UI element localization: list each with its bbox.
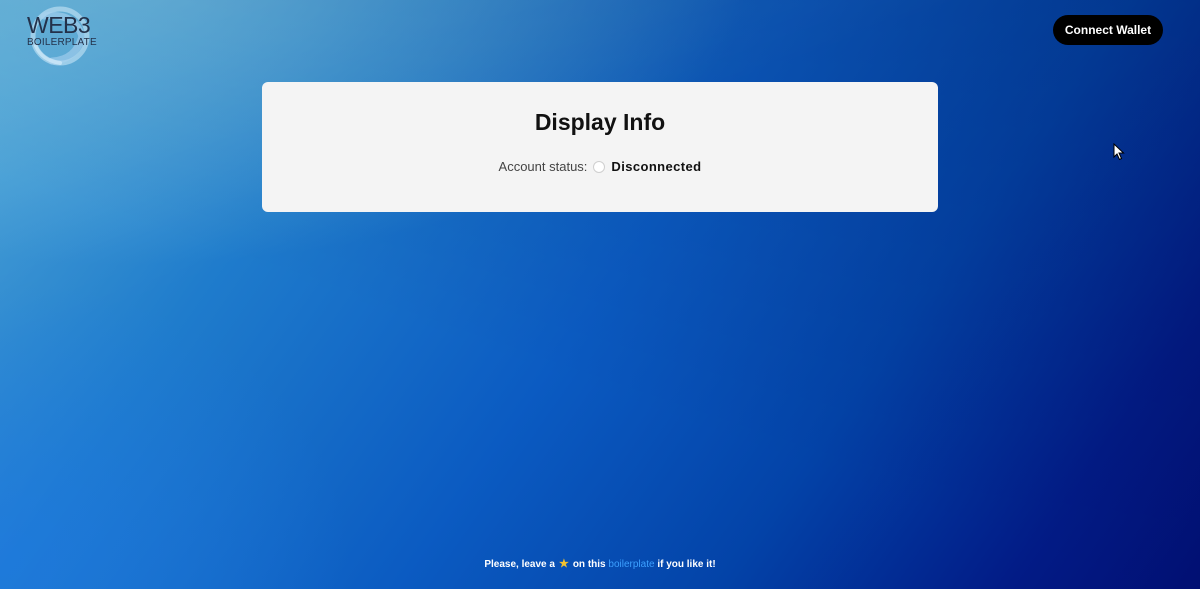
logo-subtitle: BOILERPLATE xyxy=(27,37,97,48)
mouse-cursor-icon xyxy=(1113,143,1125,161)
footer-text-after: if you like it! xyxy=(657,559,716,570)
account-status-label: Account status: xyxy=(498,159,588,174)
footer-text-middle: on this xyxy=(572,559,606,570)
footer: Please, leave a ★ on this boilerplate if y… xyxy=(0,557,1200,570)
connect-wallet-button[interactable]: Connect Wallet xyxy=(1053,15,1163,45)
boilerplate-link[interactable]: boilerplate xyxy=(608,559,654,570)
logo[interactable]: WEB3 BOILERPLATE xyxy=(24,6,97,66)
logo-wordmark: WEB3 xyxy=(27,12,91,38)
status-indicator-icon xyxy=(593,160,606,173)
star-icon: ★ xyxy=(558,558,569,570)
footer-text-before: Please, leave a xyxy=(484,559,555,570)
display-info-card: Display Info Account status: Disconnecte… xyxy=(262,82,938,212)
account-status-row: Account status: Disconnected xyxy=(262,159,938,174)
account-status-value: Disconnected xyxy=(611,159,702,174)
card-title: Display Info xyxy=(534,109,666,135)
